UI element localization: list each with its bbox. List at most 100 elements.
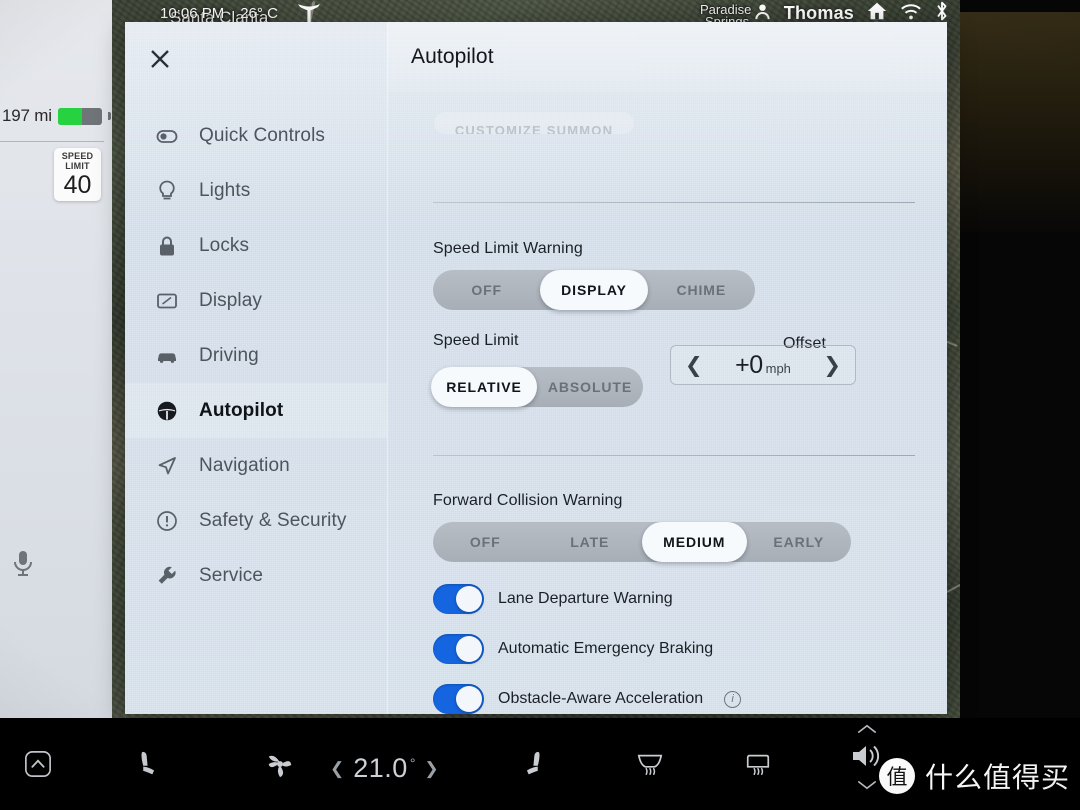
sidebar-item-safety-security[interactable]: Safety & Security — [125, 493, 387, 548]
customize-summon-button[interactable]: CUSTOMIZE SUMMON — [434, 112, 634, 134]
toggle-label: Obstacle-Aware Acceleration — [498, 690, 704, 707]
segment-option-absolute[interactable]: ABSOLUTE — [537, 367, 643, 407]
forward-collision-segmented-control[interactable]: OFF LATE MEDIUM EARLY — [433, 522, 851, 562]
watermark-text: 什么值得买 — [924, 761, 1070, 794]
chevron-left-icon[interactable]: ❮ — [685, 355, 703, 376]
lock-icon — [155, 234, 179, 258]
sidebar-item-service[interactable]: Service — [125, 548, 387, 603]
fan-button[interactable] — [252, 718, 308, 810]
offset-number: +0 — [735, 350, 763, 379]
battery-tip — [107, 112, 111, 120]
toggle-row-lane-departure[interactable]: Lane Departure Warning — [433, 584, 673, 614]
lightbulb-icon — [155, 179, 179, 203]
tesla-t-logo[interactable] — [294, 2, 324, 24]
range-value: 197 mi — [2, 106, 52, 125]
segment-option-off[interactable]: OFF — [433, 270, 540, 310]
expand-climate-button[interactable] — [8, 718, 68, 810]
sidebar-item-label: Display — [199, 289, 262, 311]
sidebar-item-quick-controls[interactable]: Quick Controls — [125, 108, 387, 163]
obstacle-aware-acceleration-switch[interactable] — [433, 684, 484, 714]
range-indicator: 197 mi — [0, 104, 112, 128]
lane-departure-warning-switch[interactable] — [433, 584, 484, 614]
sidebar-item-label: Quick Controls — [199, 124, 325, 146]
chevron-up-icon[interactable] — [857, 721, 877, 739]
display-icon — [155, 289, 179, 313]
right-seat-heater-button[interactable] — [505, 718, 561, 810]
offset-value: +0 mph — [735, 351, 791, 380]
sidebar-item-label: Locks — [199, 234, 250, 256]
segment-option-late[interactable]: LATE — [538, 522, 643, 562]
clock: 10:06 PM — [160, 4, 225, 22]
sidebar-item-driving[interactable]: Driving — [125, 328, 387, 383]
chevron-down-icon[interactable] — [857, 778, 877, 796]
screen-bezel-right — [960, 0, 1080, 810]
sidebar-item-lights[interactable]: Lights — [125, 163, 387, 218]
temperature-control[interactable]: ❮ 21.0 ° ❯ — [330, 753, 439, 784]
chevron-right-icon[interactable]: ❯ — [424, 759, 438, 779]
navigation-arrow-icon — [155, 454, 179, 478]
watermark: 值 什么值得买 — [878, 756, 1070, 796]
automatic-emergency-braking-switch[interactable] — [433, 634, 484, 664]
bezel-reflection — [960, 12, 1080, 232]
status-bar-left: 10:06 PM 26° C — [112, 2, 324, 24]
fan-icon — [268, 755, 292, 778]
section-divider — [433, 455, 915, 456]
speed-limit-sign: SPEED LIMIT 40 — [54, 148, 101, 201]
seat-heater-icon — [526, 751, 540, 775]
sidebar-item-display[interactable]: Display — [125, 273, 387, 328]
speed-limit-warning-label: Speed Limit Warning — [433, 240, 583, 257]
sidebar-item-autopilot[interactable]: Autopilot — [125, 383, 387, 438]
sidebar-item-label: Safety & Security — [199, 509, 347, 531]
offset-stepper[interactable]: ❮ +0 mph ❯ — [670, 345, 856, 385]
sidebar-item-label: Autopilot — [199, 399, 284, 421]
wrench-icon — [155, 564, 179, 588]
toggle-row-automatic-emergency-braking[interactable]: Automatic Emergency Braking — [433, 634, 713, 664]
close-icon[interactable] — [143, 42, 177, 76]
toggle-label: Lane Departure Warning — [498, 590, 673, 607]
front-defrost-button[interactable] — [730, 718, 786, 810]
segment-option-chime[interactable]: CHIME — [648, 270, 755, 310]
chevron-right-icon[interactable]: ❯ — [823, 355, 841, 376]
content-header: Autopilot — [387, 22, 947, 92]
tesla-touchscreen: Santa ClaritaParadiseSpringsBig PinesSnS… — [0, 0, 1080, 810]
degree-symbol: ° — [409, 755, 416, 771]
settings-content: CUSTOMIZE SUMMON Speed Limit Warning OFF… — [387, 92, 947, 714]
outside-temperature: 26° C — [240, 4, 278, 22]
rear-defrost-icon — [637, 754, 663, 776]
segment-option-display[interactable]: DISPLAY — [540, 270, 648, 310]
segment-option-early[interactable]: EARLY — [747, 522, 852, 562]
watermark-logo: 值 — [878, 758, 915, 794]
seat-heater-icon — [141, 751, 155, 775]
customize-summon-label: CUSTOMIZE SUMMON — [454, 123, 614, 134]
climate-bar: ❮ 21.0 ° ❯ 值 什么值得买 — [0, 718, 1080, 810]
forward-collision-warning-label: Forward Collision Warning — [433, 492, 623, 509]
sidebar-item-label: Service — [199, 564, 264, 586]
front-defrost-icon — [746, 754, 770, 776]
segment-option-off[interactable]: OFF — [433, 522, 538, 562]
left-info-card: 197 mi SPEED LIMIT 40 — [0, 0, 112, 718]
speed-limit-line2: LIMIT — [65, 161, 90, 171]
speed-limit-segmented-control[interactable]: RELATIVE ABSOLUTE — [431, 367, 643, 407]
microphone-icon[interactable] — [11, 550, 35, 578]
battery-icon — [57, 107, 102, 125]
left-seat-heater-button[interactable] — [120, 718, 176, 810]
temperature-value: 21.0 — [353, 753, 408, 783]
speed-limit-label: Speed Limit — [433, 332, 519, 349]
segment-option-relative[interactable]: RELATIVE — [431, 367, 537, 407]
chevron-up-box-icon — [25, 751, 51, 777]
user-name[interactable]: Thomas — [784, 3, 854, 24]
settings-sidebar: Quick Controls Lights Locks Display Driv… — [125, 108, 387, 714]
steering-wheel-icon — [155, 399, 179, 423]
chevron-left-icon[interactable]: ❮ — [330, 759, 344, 779]
rear-defrost-button[interactable] — [622, 718, 678, 810]
sidebar-item-label: Driving — [199, 344, 259, 366]
segment-option-medium[interactable]: MEDIUM — [642, 522, 747, 562]
sidebar-item-label: Lights — [199, 179, 251, 201]
speed-limit-value: 40 — [63, 171, 92, 199]
toggle-icon — [155, 124, 179, 148]
info-icon[interactable]: i — [724, 690, 742, 708]
speed-limit-warning-segmented-control[interactable]: OFF DISPLAY CHIME — [433, 270, 755, 310]
toggle-row-obstacle-aware-acceleration[interactable]: Obstacle-Aware Acceleration i — [433, 684, 742, 714]
sidebar-item-navigation[interactable]: Navigation — [125, 438, 387, 493]
sidebar-item-locks[interactable]: Locks — [125, 218, 387, 273]
